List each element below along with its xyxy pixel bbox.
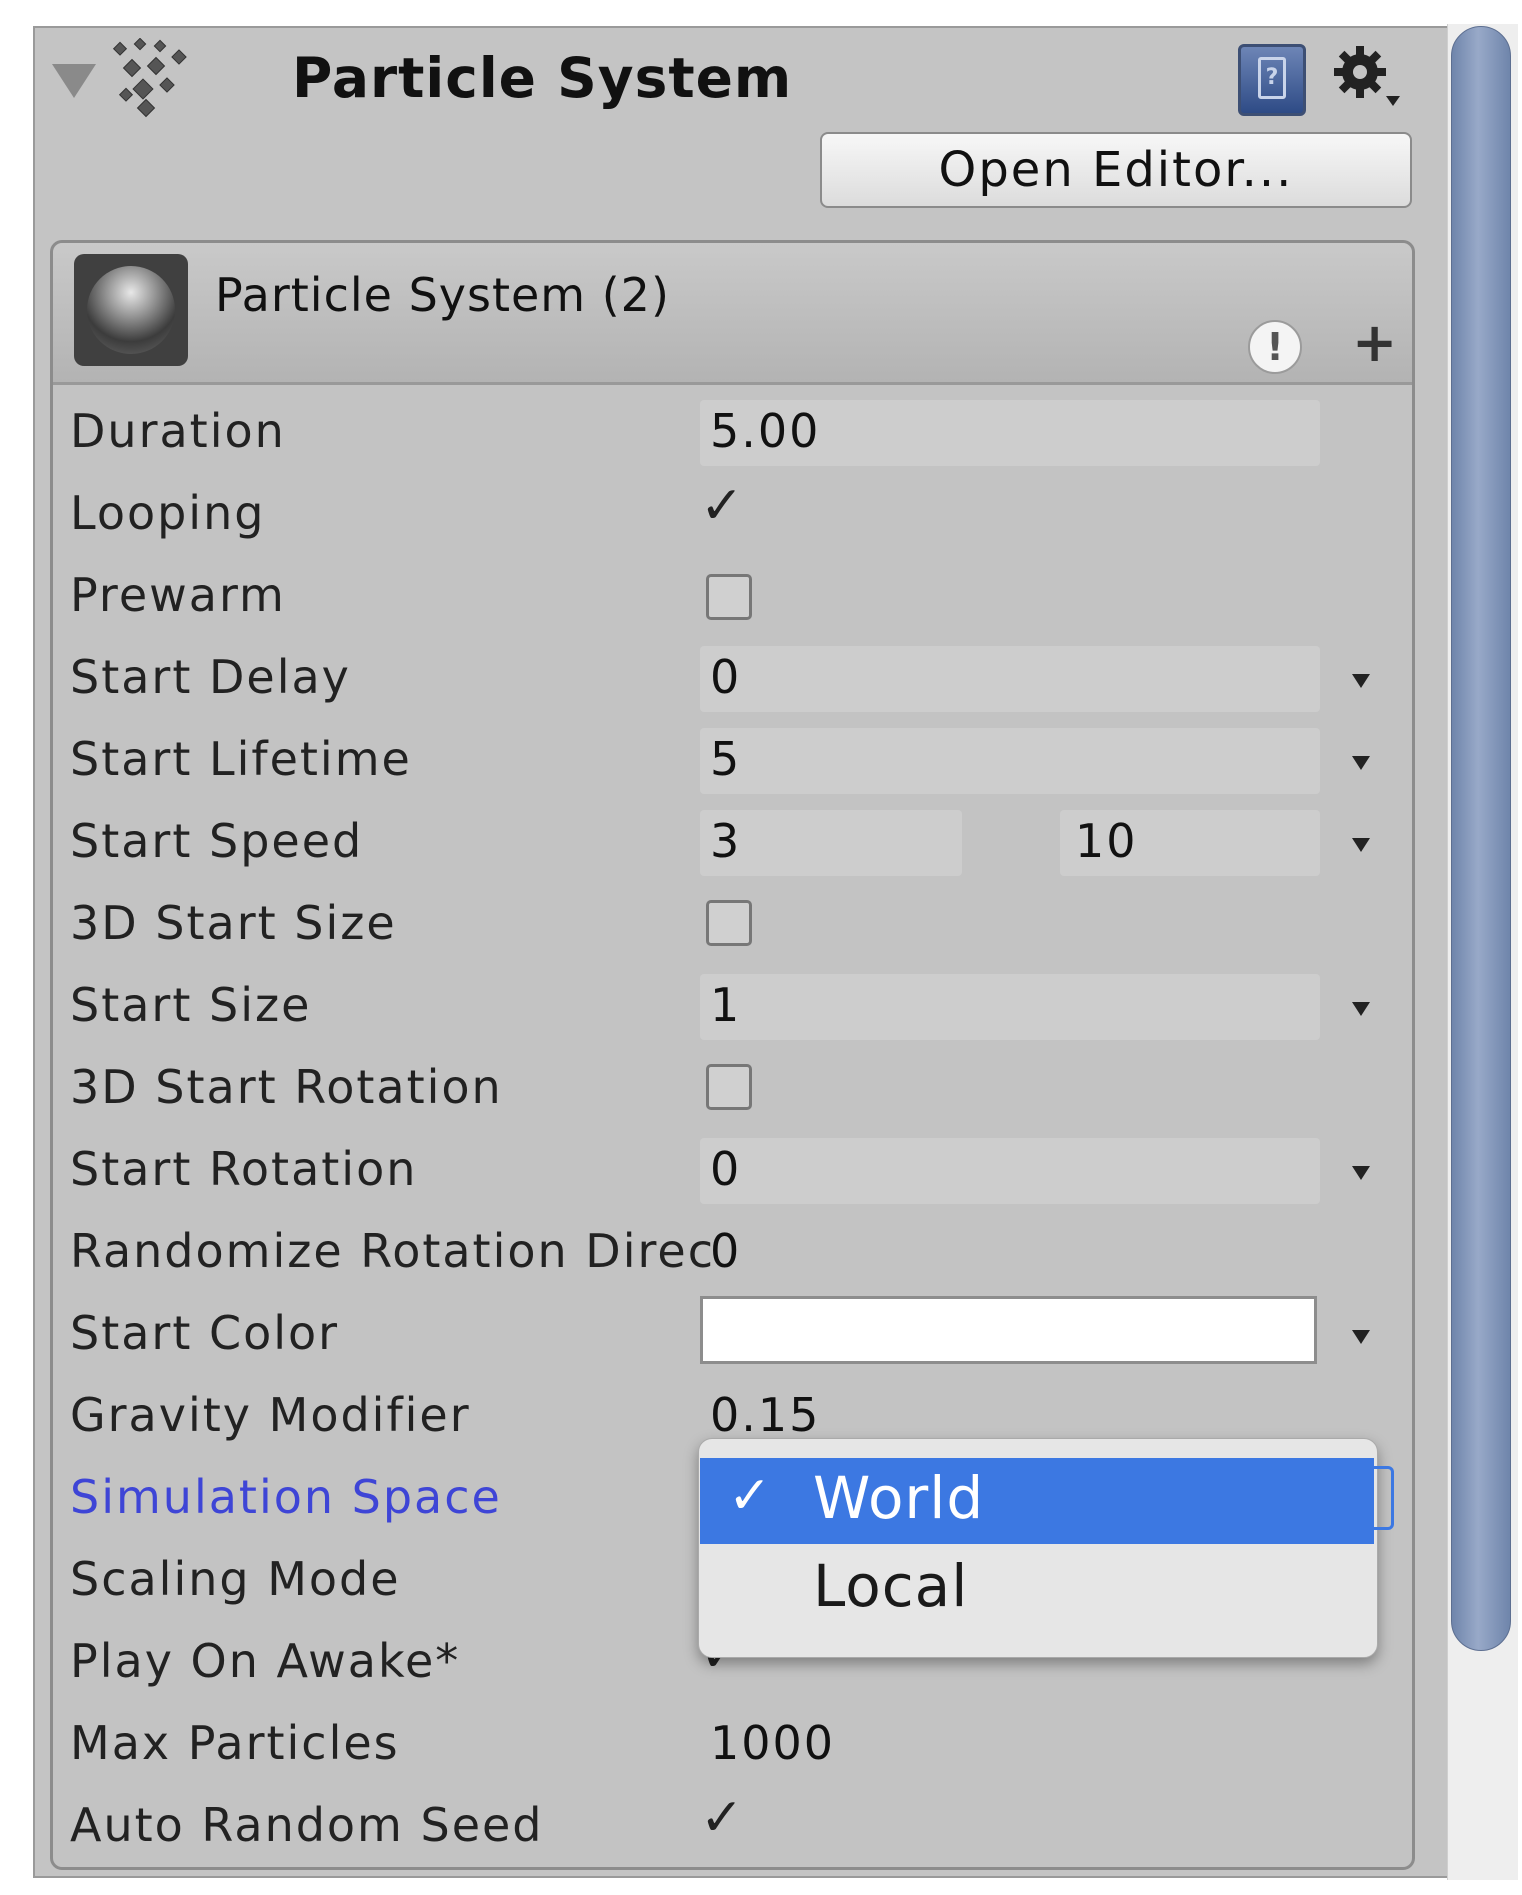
- gravity-modifier-label: Gravity Modifier: [70, 1388, 471, 1442]
- start-color-swatch[interactable]: [700, 1296, 1317, 1364]
- start-size-3d-checkbox[interactable]: [706, 900, 752, 946]
- start-speed-label: Start Speed: [70, 814, 364, 868]
- module-title: Particle System (2): [215, 268, 670, 322]
- auto-random-seed-checkbox[interactable]: ✓: [700, 1788, 744, 1848]
- start-rotation-3d-checkbox[interactable]: [706, 1064, 752, 1110]
- gravity-modifier-value[interactable]: 0.15: [710, 1388, 820, 1442]
- start-speed-dropdown-arrow-icon[interactable]: [1352, 838, 1370, 852]
- start-color-dropdown-arrow-icon[interactable]: [1352, 1330, 1370, 1344]
- duration-label: Duration: [70, 404, 286, 458]
- start-rotation-value: 0: [710, 1142, 742, 1196]
- simulation-space-field-edge[interactable]: [1374, 1466, 1394, 1530]
- start-rotation-label: Start Rotation: [70, 1142, 418, 1196]
- dropdown-option-world[interactable]: [700, 1458, 1374, 1544]
- start-delay-dropdown-arrow-icon[interactable]: [1352, 674, 1370, 688]
- particle-system-icon: [112, 38, 187, 118]
- scaling-mode-label: Scaling Mode: [70, 1552, 401, 1606]
- help-book-icon[interactable]: ?: [1238, 44, 1306, 116]
- looping-checkbox[interactable]: ✓: [700, 476, 744, 536]
- component-title: Particle System: [292, 46, 793, 110]
- start-lifetime-field[interactable]: [700, 728, 1320, 794]
- start-lifetime-dropdown-arrow-icon[interactable]: [1352, 756, 1370, 770]
- dropdown-option-local-label[interactable]: Local: [813, 1552, 968, 1620]
- prewarm-label: Prewarm: [70, 568, 286, 622]
- randomize-rotation-label: Randomize Rotation Direc: [70, 1224, 715, 1278]
- start-size-field[interactable]: [700, 974, 1320, 1040]
- start-size-3d-label: 3D Start Size: [70, 896, 397, 950]
- start-delay-label: Start Delay: [70, 650, 351, 704]
- max-particles-value[interactable]: 1000: [710, 1716, 835, 1770]
- gear-icon[interactable]: [1330, 42, 1402, 112]
- start-lifetime-value: 5: [710, 732, 742, 786]
- start-size-dropdown-arrow-icon[interactable]: [1352, 1002, 1370, 1016]
- max-particles-label: Max Particles: [70, 1716, 400, 1770]
- start-rotation-field[interactable]: [700, 1138, 1320, 1204]
- start-color-label: Start Color: [70, 1306, 340, 1360]
- simulation-space-label: Simulation Space: [70, 1470, 502, 1524]
- warning-icon[interactable]: !: [1248, 320, 1302, 374]
- start-speed-min-value: 3: [710, 814, 742, 868]
- sphere-preview-icon: [74, 254, 188, 366]
- scrollbar-thumb[interactable]: [1451, 26, 1511, 1651]
- checkmark-icon: ✓: [728, 1466, 772, 1526]
- start-delay-value: 0: [710, 650, 742, 704]
- looping-label: Looping: [70, 486, 266, 540]
- prewarm-checkbox[interactable]: [706, 574, 752, 620]
- play-on-awake-label: Play On Awake*: [70, 1634, 461, 1688]
- start-speed-max-value: 10: [1075, 814, 1138, 868]
- duration-value: 5.00: [710, 404, 821, 458]
- start-lifetime-label: Start Lifetime: [70, 732, 412, 786]
- start-size-label: Start Size: [70, 978, 312, 1032]
- start-rotation-3d-label: 3D Start Rotation: [70, 1060, 503, 1114]
- foldout-arrow-icon[interactable]: [52, 64, 96, 98]
- start-delay-field[interactable]: [700, 646, 1320, 712]
- open-editor-button[interactable]: Open Editor...: [820, 132, 1412, 208]
- start-size-value: 1: [710, 978, 742, 1032]
- start-rotation-dropdown-arrow-icon[interactable]: [1352, 1166, 1370, 1180]
- auto-random-seed-label: Auto Random Seed: [70, 1798, 544, 1852]
- plus-icon[interactable]: +: [1352, 316, 1397, 370]
- randomize-rotation-value[interactable]: 0: [710, 1224, 741, 1278]
- dropdown-option-world-label[interactable]: World: [813, 1464, 984, 1532]
